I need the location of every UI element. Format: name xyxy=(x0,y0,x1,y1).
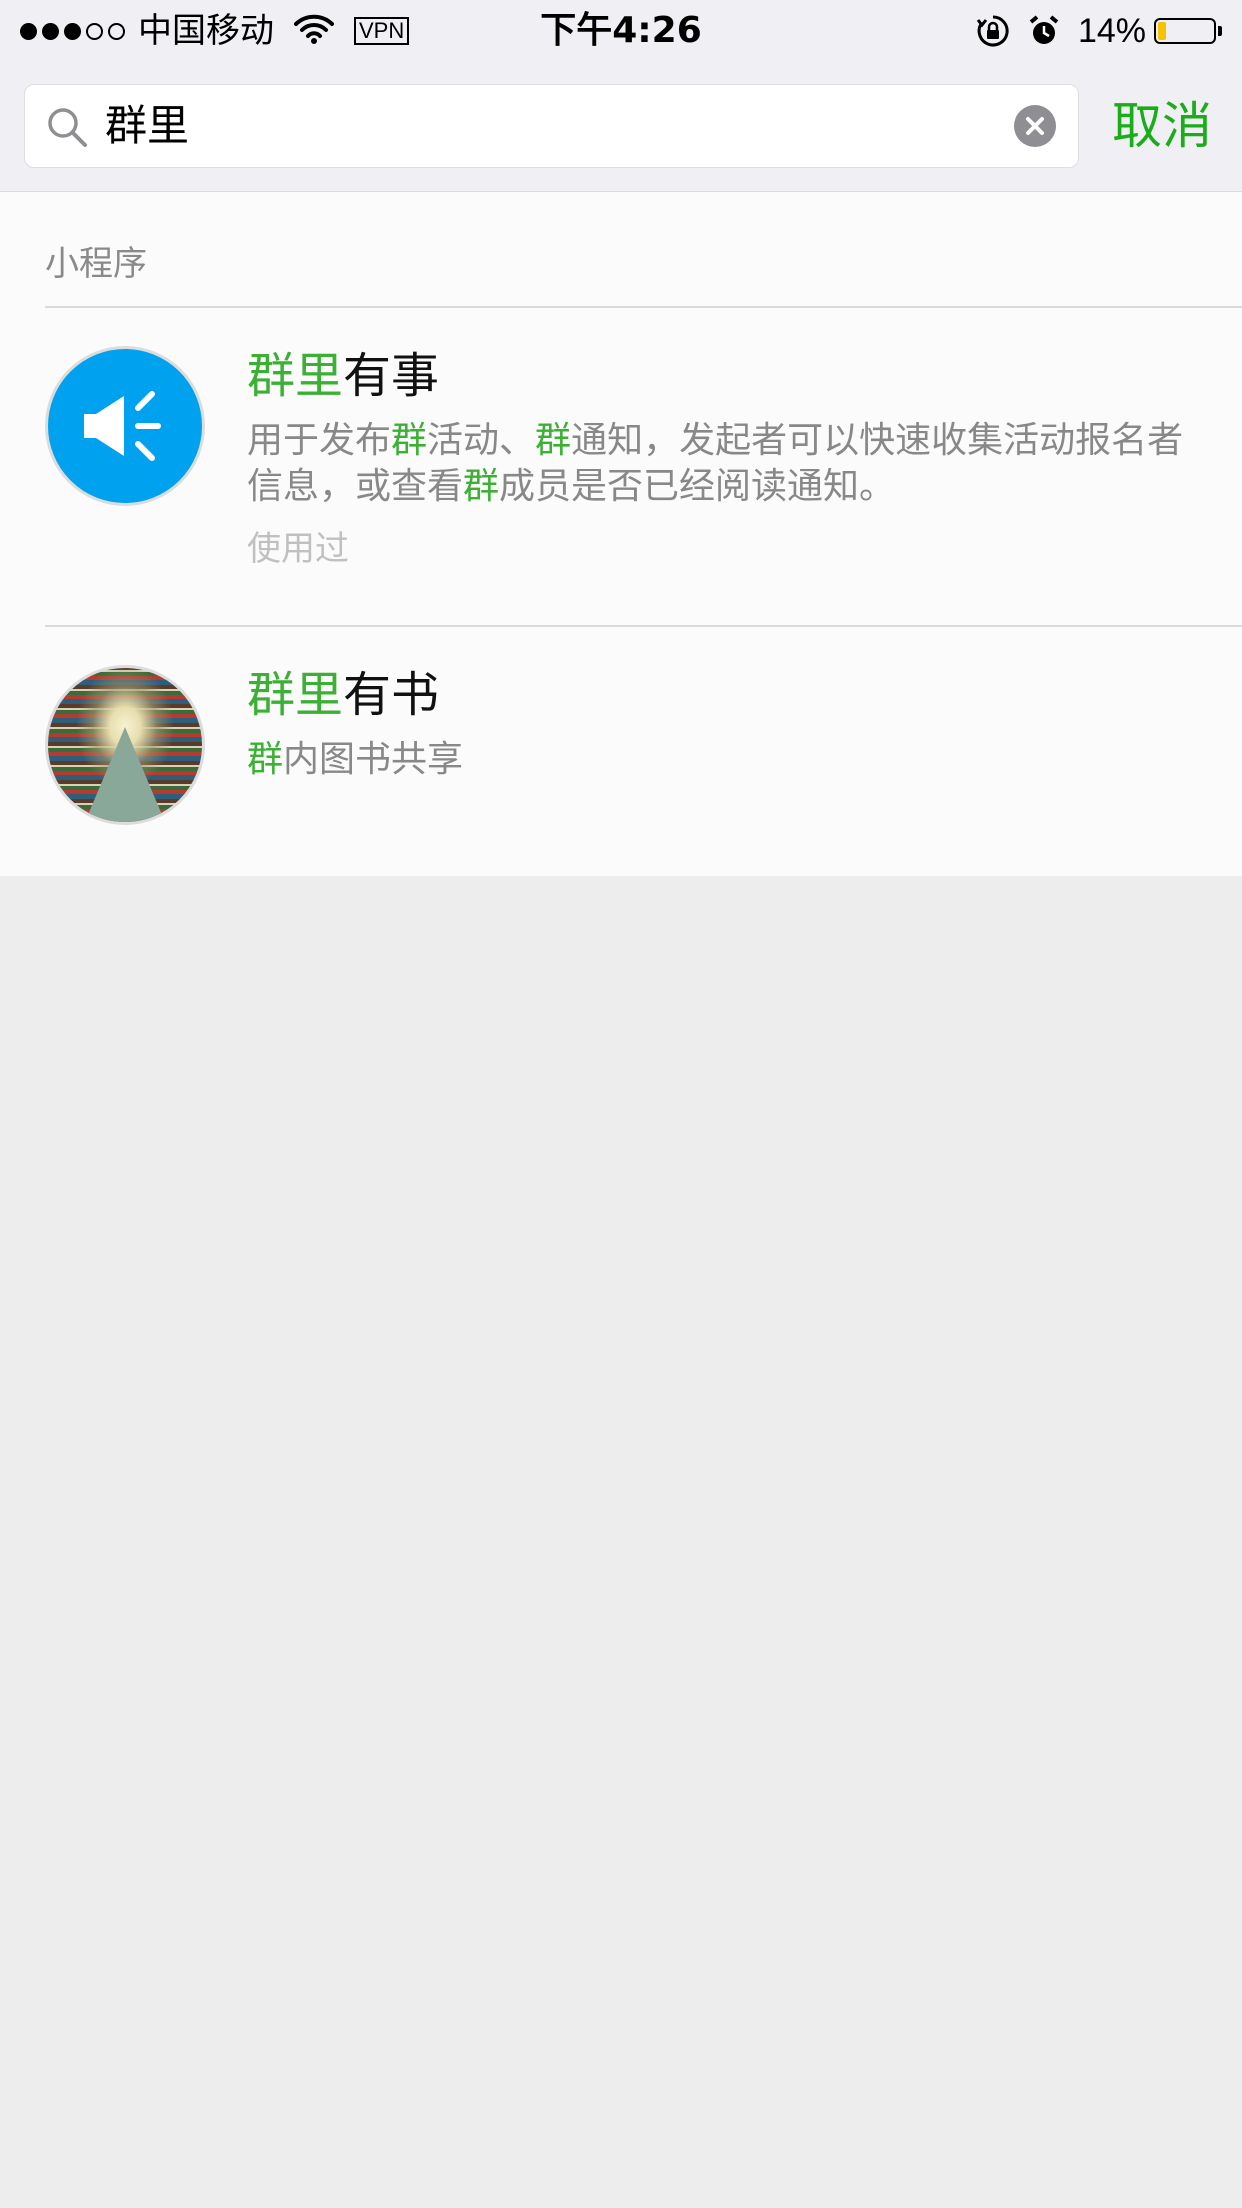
library-floor xyxy=(85,727,165,822)
search-results: 小程序 群里有事 用于发布群活动、群通知，发起者可以快速收集活动报名者 信息，或… xyxy=(0,192,1242,876)
battery-nub xyxy=(1218,26,1222,36)
rotation-lock-icon xyxy=(976,14,1010,48)
title-highlight: 群里 xyxy=(247,667,344,723)
title-rest: 有书 xyxy=(343,667,440,723)
clear-search-button[interactable] xyxy=(1014,105,1056,147)
description-line: 信息，或查看群成员是否已经阅读通知。 xyxy=(247,464,1207,510)
status-bar: 中国移动 VPN 下午4:26 14% xyxy=(0,0,1242,62)
desc-text: 信息，或查看 xyxy=(247,466,464,507)
desc-text: 用于发布 xyxy=(247,420,392,461)
section-title: 小程序 xyxy=(45,244,147,284)
close-icon xyxy=(1026,117,1044,135)
desc-highlight: 群 xyxy=(535,420,572,461)
desc-highlight: 群 xyxy=(391,420,428,461)
description-line: 用于发布群活动、群通知，发起者可以快速收集活动报名者 xyxy=(247,418,1207,464)
desc-text: 内图书共享 xyxy=(283,739,464,780)
library-bookshelf-image xyxy=(45,665,205,825)
result-item-mini-program[interactable]: 群里有事 用于发布群活动、群通知，发起者可以快速收集活动报名者 信息，或查看群成… xyxy=(0,308,1242,625)
search-input[interactable] xyxy=(105,85,1005,167)
battery-percent: 14% xyxy=(1077,12,1146,50)
result-description: 群内图书共享 xyxy=(247,737,1207,783)
status-right: 14% xyxy=(976,8,1222,54)
desc-text: 活动、 xyxy=(427,420,536,461)
result-description: 用于发布群活动、群通知，发起者可以快速收集活动报名者 信息，或查看群成员是否已经… xyxy=(247,418,1207,510)
battery-icon xyxy=(1154,18,1216,44)
used-before-label: 使用过 xyxy=(247,529,349,569)
desc-text: 成员是否已经阅读通知。 xyxy=(499,466,896,507)
desc-highlight: 群 xyxy=(463,466,500,507)
battery-level xyxy=(1158,22,1166,40)
desc-highlight: 群 xyxy=(247,739,284,780)
mini-program-avatar xyxy=(45,346,205,506)
title-highlight: 群里 xyxy=(247,348,344,404)
search-box[interactable] xyxy=(24,84,1079,168)
cancel-button[interactable]: 取消 xyxy=(1112,84,1212,168)
megaphone-icon xyxy=(84,391,161,461)
search-header: 取消 xyxy=(0,62,1242,192)
result-title: 群里有事 xyxy=(247,346,439,406)
desc-text: 通知，发起者可以快速收集活动报名者 xyxy=(571,420,1184,461)
result-item-mini-program[interactable]: 群里有书 群内图书共享 xyxy=(0,627,1242,876)
alarm-clock-icon xyxy=(1028,14,1060,48)
title-rest: 有事 xyxy=(343,348,440,404)
result-title: 群里有书 xyxy=(247,665,439,725)
search-icon xyxy=(45,105,89,153)
empty-background xyxy=(0,876,1242,2208)
